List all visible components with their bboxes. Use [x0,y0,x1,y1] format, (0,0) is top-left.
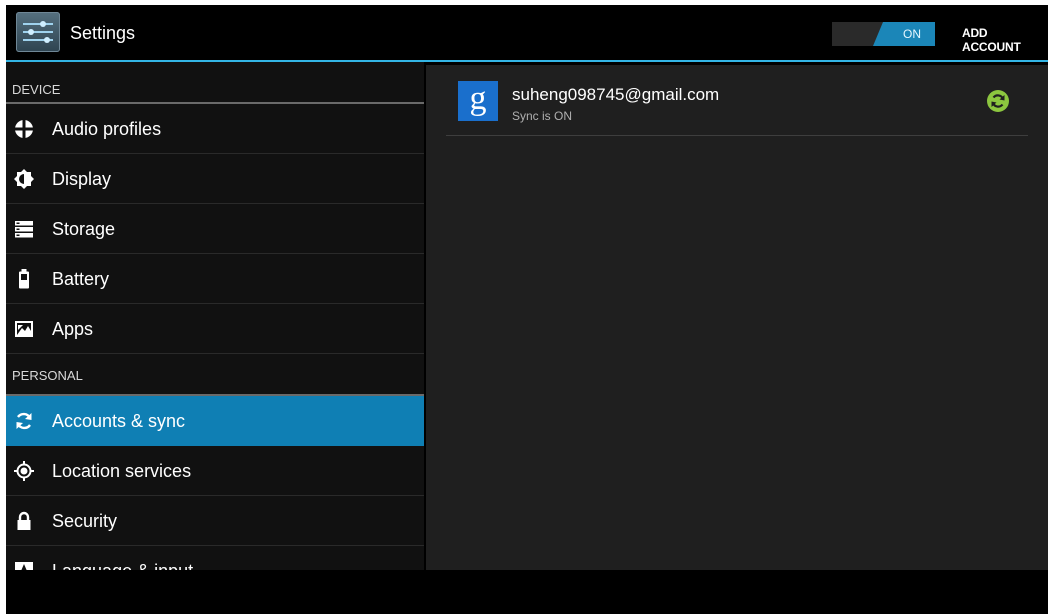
account-email: suheng098745@gmail.com [512,85,720,104]
accounts-sync-toggle[interactable]: ON [832,22,935,46]
lock-icon [17,511,31,530]
google-icon: g [458,81,498,121]
list-item-audio-profiles[interactable]: Audio profiles [6,104,424,154]
settings-list[interactable]: DEVICE Audio profiles Display Storage Ba… [6,62,424,570]
list-item-storage[interactable]: Storage [6,204,424,254]
sync-status: Sync is ON [512,109,573,123]
accounts-panel: g suheng098745@gmail.com Sync is ON [426,65,1048,570]
apps-icon [15,321,33,337]
list-item-label: Storage [52,219,116,239]
list-item-label: Accounts & sync [52,411,186,431]
list-item-label: Security [52,511,118,531]
list-item-accounts-sync[interactable]: Accounts & sync [6,396,424,446]
list-item-label: Display [52,169,112,189]
list-item-display[interactable]: Display [6,154,424,204]
display-icon [14,169,34,189]
list-item-location-services[interactable]: Location services [6,446,424,496]
section-label: DEVICE [12,82,61,97]
section-header-personal: PERSONAL [6,354,424,396]
list-item-label: Audio profiles [52,119,162,139]
action-bar: Settings ON ADD ACCOUNT [6,5,1048,62]
account-row[interactable]: g suheng098745@gmail.com Sync is ON [446,65,1028,136]
sync-icon [16,412,32,430]
list-item-label: Location services [52,461,192,481]
list-item-security[interactable]: Security [6,496,424,546]
settings-screen: Settings ON ADD ACCOUNT DEVICE Audio pro… [6,5,1048,614]
system-bar [6,570,1048,614]
list-item-label: Language & input [52,561,193,570]
location-icon [14,461,34,481]
list-item-battery[interactable]: Battery [6,254,424,304]
app-title: Settings [70,23,136,43]
toggle-label: ON [903,27,921,41]
sync-on-icon [987,90,1009,112]
storage-icon [15,221,33,238]
section-header-device: DEVICE [6,62,424,104]
section-label: PERSONAL [12,368,83,383]
list-item-label: Apps [52,319,94,339]
list-item-label: Battery [52,269,110,289]
list-item-apps[interactable]: Apps [6,304,424,354]
list-item-language-input[interactable]: Language & input [6,546,424,570]
battery-icon [19,269,29,289]
language-icon [15,562,33,570]
settings-app-icon[interactable] [16,12,60,52]
add-account-button[interactable]: ADD ACCOUNT [962,26,1048,54]
audio-profiles-icon [14,119,34,139]
